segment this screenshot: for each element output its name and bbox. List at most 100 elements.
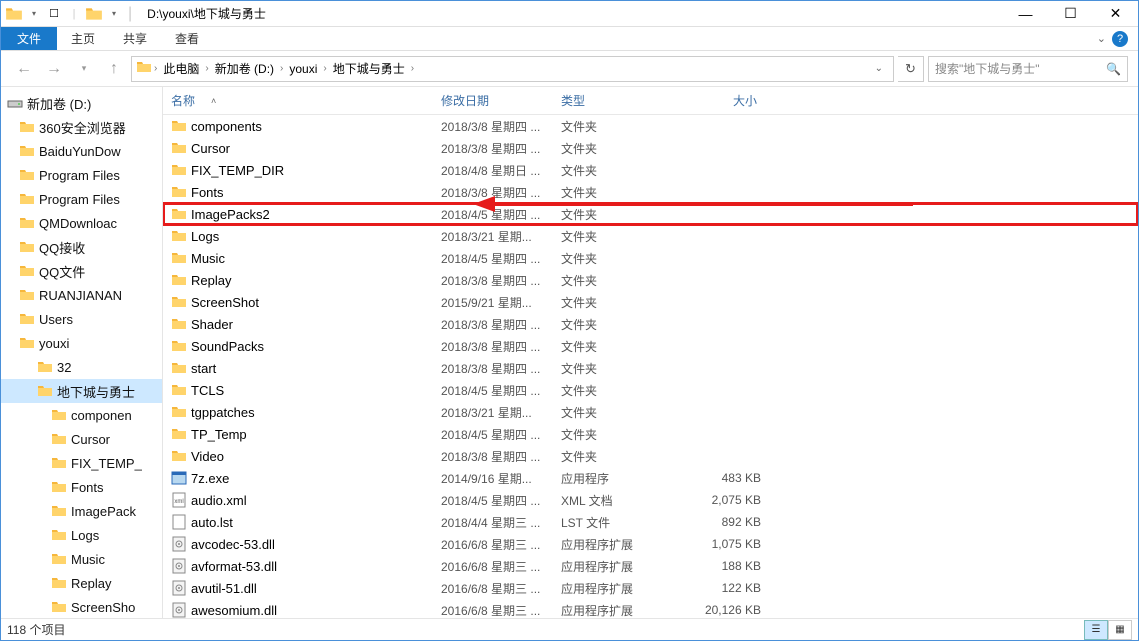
tree-item[interactable]: ImagePack [1, 499, 162, 523]
folder-tree[interactable]: 新加卷 (D:) 360安全浏览器BaiduYunDowProgram File… [1, 87, 163, 618]
file-date: 2018/3/8 星期四 ... [441, 272, 561, 289]
file-row[interactable]: FIX_TEMP_DIR2018/4/8 星期日 ...文件夹 [163, 159, 1138, 181]
close-button[interactable]: ✕ [1093, 1, 1138, 27]
breadcrumb-seg[interactable]: youxi [285, 62, 321, 76]
help-icon[interactable]: ? [1112, 31, 1128, 47]
tree-item[interactable]: 32 [1, 355, 162, 379]
file-row[interactable]: start2018/3/8 星期四 ...文件夹 [163, 357, 1138, 379]
file-row[interactable]: SoundPacks2018/3/8 星期四 ...文件夹 [163, 335, 1138, 357]
tree-item[interactable]: Music [1, 547, 162, 571]
file-row[interactable]: ImagePacks22018/4/5 星期四 ...文件夹 [163, 203, 1138, 225]
refresh-button[interactable]: ↻ [898, 56, 924, 82]
ribbon-tab-file[interactable]: 文件 [1, 27, 57, 50]
qat-chevron-icon[interactable]: ▾ [25, 5, 43, 23]
tree-item[interactable]: ScreenSho [1, 595, 162, 618]
file-icon [171, 514, 191, 530]
col-header-type[interactable]: 类型 [561, 92, 671, 109]
file-row[interactable]: Logs2018/3/21 星期...文件夹 [163, 225, 1138, 247]
file-name: TCLS [191, 383, 441, 398]
file-row[interactable]: avformat-53.dll2016/6/8 星期三 ...应用程序扩展188… [163, 555, 1138, 577]
file-date: 2018/3/8 星期四 ... [441, 316, 561, 333]
file-type: 文件夹 [561, 316, 671, 333]
file-row[interactable]: components2018/3/8 星期四 ...文件夹 [163, 115, 1138, 137]
maximize-button[interactable]: ☐ [1048, 1, 1093, 27]
ribbon-tab-share[interactable]: 共享 [109, 27, 161, 50]
file-row[interactable]: Fonts2018/3/8 星期四 ...文件夹 [163, 181, 1138, 203]
col-header-size[interactable]: 大小 [671, 92, 761, 109]
folder-icon [19, 287, 35, 303]
file-row[interactable]: 7z.exe2014/9/16 星期...应用程序483 KB [163, 467, 1138, 489]
chevron-right-icon[interactable]: › [203, 63, 210, 74]
file-row[interactable]: tgppatches2018/3/21 星期...文件夹 [163, 401, 1138, 423]
file-row[interactable]: awesomium.dll2016/6/8 星期三 ...应用程序扩展20,12… [163, 599, 1138, 618]
col-header-date[interactable]: 修改日期 [441, 92, 561, 109]
search-input[interactable]: 搜索"地下城与勇士" 🔍 [928, 56, 1128, 82]
tree-item[interactable]: Program Files [1, 187, 162, 211]
up-button[interactable]: ↑ [101, 56, 127, 82]
folder-icon [5, 5, 23, 23]
file-row[interactable]: audio.xml2018/4/5 星期四 ...XML 文档2,075 KB [163, 489, 1138, 511]
tree-item[interactable]: Replay [1, 571, 162, 595]
file-row[interactable]: Video2018/3/8 星期四 ...文件夹 [163, 445, 1138, 467]
folder-icon [171, 162, 191, 178]
file-row[interactable]: avutil-51.dll2016/6/8 星期三 ...应用程序扩展122 K… [163, 577, 1138, 599]
tree-drive[interactable]: 新加卷 (D:) [1, 91, 162, 115]
file-date: 2018/4/5 星期四 ... [441, 382, 561, 399]
ribbon-tab-home[interactable]: 主页 [57, 27, 109, 50]
tree-item[interactable]: Cursor [1, 427, 162, 451]
search-icon[interactable]: 🔍 [1106, 62, 1121, 76]
chevron-right-icon[interactable]: › [278, 63, 285, 74]
file-date: 2014/9/16 星期... [441, 470, 561, 487]
forward-button[interactable]: → [41, 56, 67, 82]
tree-item[interactable]: RUANJIANAN [1, 283, 162, 307]
folder-icon [51, 551, 67, 567]
file-name: Video [191, 449, 441, 464]
file-row[interactable]: auto.lst2018/4/4 星期三 ...LST 文件892 KB [163, 511, 1138, 533]
tree-item[interactable]: BaiduYunDow [1, 139, 162, 163]
tree-item[interactable]: Program Files [1, 163, 162, 187]
tree-item[interactable]: youxi [1, 331, 162, 355]
col-header-name[interactable]: 名称 ˄ [171, 92, 441, 109]
breadcrumb-seg[interactable]: 此电脑 [159, 60, 203, 77]
tree-label: Cursor [71, 432, 110, 447]
breadcrumb-seg[interactable]: 新加卷 (D:) [211, 60, 278, 77]
tree-item[interactable]: 360安全浏览器 [1, 115, 162, 139]
folder-icon [171, 426, 191, 442]
file-row[interactable]: Music2018/4/5 星期四 ...文件夹 [163, 247, 1138, 269]
file-row[interactable]: TCLS2018/4/5 星期四 ...文件夹 [163, 379, 1138, 401]
file-list[interactable]: components2018/3/8 星期四 ...文件夹Cursor2018/… [163, 115, 1138, 618]
file-row[interactable]: Replay2018/3/8 星期四 ...文件夹 [163, 269, 1138, 291]
properties-icon[interactable]: ☐ [45, 5, 63, 23]
chevron-right-icon[interactable]: › [409, 63, 416, 74]
tree-item[interactable]: FIX_TEMP_ [1, 451, 162, 475]
file-name: avcodec-53.dll [191, 537, 441, 552]
tree-item[interactable]: Fonts [1, 475, 162, 499]
breadcrumb-dropdown-icon[interactable]: ⌄ [875, 63, 889, 74]
tree-item[interactable]: Logs [1, 523, 162, 547]
view-details-button[interactable]: ☰ [1084, 620, 1108, 640]
breadcrumb[interactable]: › 此电脑› 新加卷 (D:)› youxi› 地下城与勇士› ⌄ [131, 56, 894, 82]
file-row[interactable]: ScreenShot2015/9/21 星期...文件夹 [163, 291, 1138, 313]
tree-item[interactable]: QQ文件 [1, 259, 162, 283]
tree-item[interactable]: QQ接收 [1, 235, 162, 259]
tree-item[interactable]: QMDownloac [1, 211, 162, 235]
recent-dropdown[interactable]: ▾ [71, 56, 97, 82]
file-row[interactable]: Cursor2018/3/8 星期四 ...文件夹 [163, 137, 1138, 159]
chevron-right-icon[interactable]: › [152, 63, 159, 74]
file-name: tgppatches [191, 405, 441, 420]
minimize-button[interactable]: — [1003, 1, 1048, 27]
back-button[interactable]: ← [11, 56, 37, 82]
file-row[interactable]: Shader2018/3/8 星期四 ...文件夹 [163, 313, 1138, 335]
tree-item[interactable]: Users [1, 307, 162, 331]
file-row[interactable]: avcodec-53.dll2016/6/8 星期三 ...应用程序扩展1,07… [163, 533, 1138, 555]
file-type: 文件夹 [561, 360, 671, 377]
chevron-right-icon[interactable]: › [321, 63, 328, 74]
qat-dropdown-icon[interactable]: ▾ [105, 5, 123, 23]
tree-item[interactable]: componen [1, 403, 162, 427]
ribbon-expand-icon[interactable]: ⌄ [1097, 32, 1106, 45]
tree-item[interactable]: 地下城与勇士 [1, 379, 162, 403]
ribbon-tab-view[interactable]: 查看 [161, 27, 213, 50]
file-row[interactable]: TP_Temp2018/4/5 星期四 ...文件夹 [163, 423, 1138, 445]
breadcrumb-seg[interactable]: 地下城与勇士 [329, 60, 409, 77]
view-icons-button[interactable]: ▦ [1108, 620, 1132, 640]
